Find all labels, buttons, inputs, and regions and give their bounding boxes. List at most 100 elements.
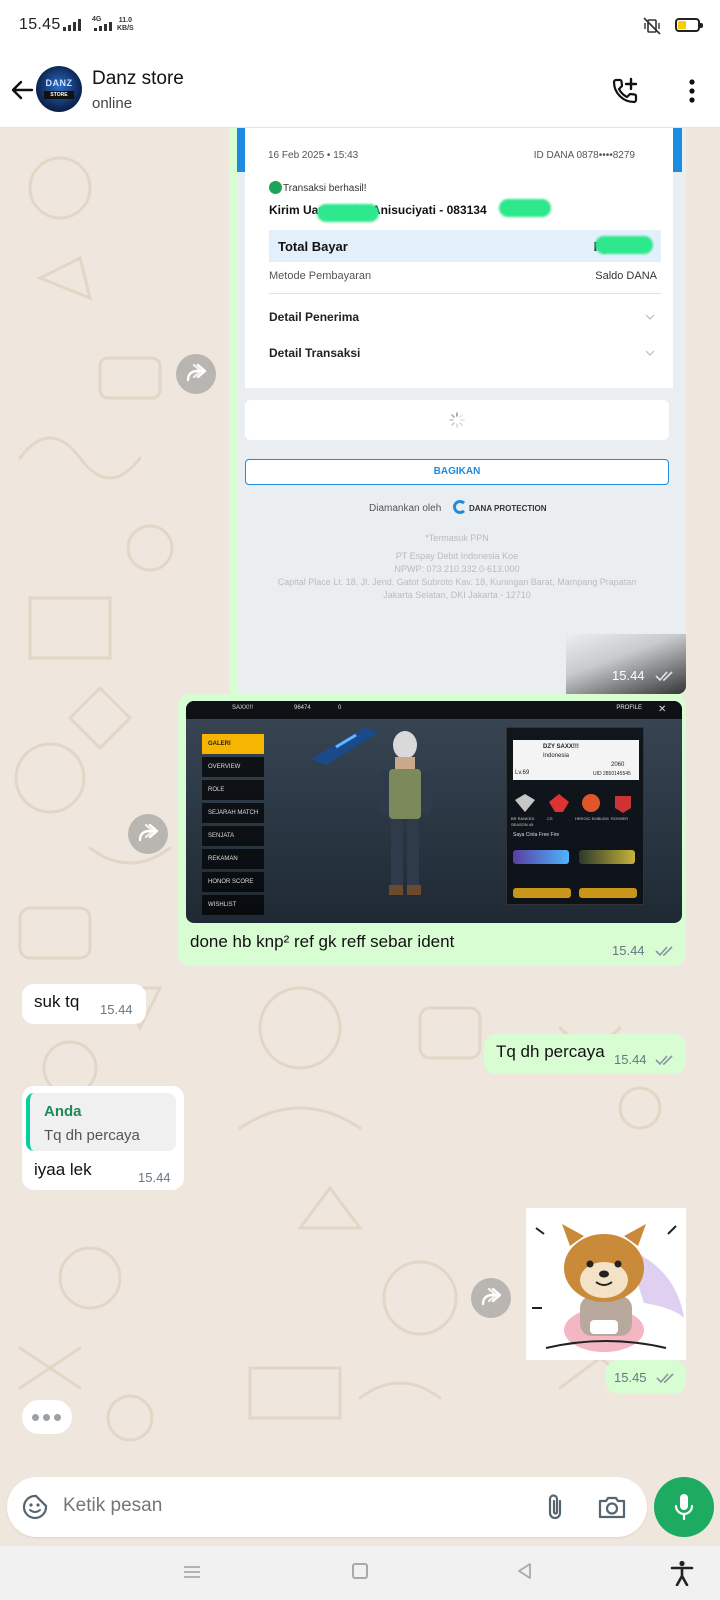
game-menu-item: REKAMAN [202, 849, 264, 869]
game-topbar: SAXX!!! 96474 0 [186, 701, 682, 719]
mic-icon [674, 1494, 694, 1521]
weapon-plate [513, 888, 571, 898]
weapon-skin [513, 850, 569, 864]
method-label: Metode Pembayaran [269, 270, 372, 282]
recents-icon[interactable] [182, 1564, 202, 1580]
badge-label: BR RANKED [511, 816, 535, 821]
contact-name[interactable]: Danz store [92, 68, 184, 90]
transaction-detail: Detail Transaksi [269, 346, 361, 360]
signal-icon-2 [94, 22, 112, 31]
total-label: Total Bayar [278, 239, 348, 254]
quoted-message[interactable]: Anda Tq dh percaya [26, 1093, 176, 1151]
badge-icon [582, 794, 600, 812]
camera-icon[interactable] [597, 1493, 627, 1521]
game-menu: GALERI OVERVIEW ROLE SEJARAH MATCH SENJA… [202, 734, 264, 918]
vibrate-mute-icon [643, 17, 661, 35]
receipt-image[interactable]: 16 Feb 2025 • 15:43 ID DANA 0878••••8279… [237, 128, 686, 694]
outgoing-message[interactable]: Tq dh percaya 15.44 [484, 1034, 686, 1074]
speed-value: 11.0 [118, 17, 132, 24]
sticker-doge[interactable] [526, 1208, 686, 1360]
share-button: BAGIKAN [245, 459, 669, 485]
game-profile-image[interactable]: SAXX!!! 96474 0 PROFILE ✕ GALERI OVERVIE… [186, 701, 682, 923]
more-vert-icon[interactable] [680, 78, 704, 104]
redaction-mark [595, 236, 653, 254]
game-menu-item: SEJARAH MATCH [202, 803, 264, 823]
game-profile-panel: DZY SAXX!!! Indonesia Lv.69 2060 UID 285… [506, 727, 644, 905]
badge-season: SEASON 45 [511, 822, 534, 827]
loading-box [245, 400, 669, 440]
weapon-skin [579, 850, 635, 864]
badge-label: HEROIC EMBLEM [575, 816, 609, 821]
badge-label: CS [547, 816, 553, 821]
card-likes: 2060 [611, 762, 625, 768]
divider [269, 293, 661, 294]
card-region: Indonesia [543, 753, 570, 759]
card-name: DZY SAXX!!! [543, 744, 579, 750]
footer-ppn: *Termasuk PPN [425, 533, 489, 543]
message-time: 15.45 [614, 1370, 647, 1385]
receipt-date: 16 Feb 2025 • 15:43 [268, 150, 359, 161]
success-check-icon [269, 181, 282, 194]
badge-label: ROSHER [611, 816, 629, 821]
game-profile-card: DZY SAXX!!! Indonesia Lv.69 2060 UID 285… [513, 740, 639, 780]
signal-icon [63, 19, 81, 31]
double-tick-icon [656, 1373, 674, 1384]
message-input[interactable] [63, 1495, 503, 1517]
card-level: Lv.69 [515, 770, 530, 776]
footer-company: PT Espay Debit Indonesia Koe [395, 551, 519, 561]
sticker-icon[interactable] [21, 1493, 49, 1521]
image-shadow [566, 634, 686, 694]
typing-indicator [22, 1400, 72, 1434]
receipt-success: Transaksi berhasil! [283, 183, 367, 194]
mic-button[interactable] [654, 1477, 714, 1537]
message-time: 15.44 [614, 1052, 647, 1067]
message-time: 15.44 [100, 1002, 133, 1017]
sticker-time-pill: 15.45 [606, 1360, 686, 1394]
game-weapon [311, 727, 378, 765]
quote-text: Tq dh percaya [44, 1127, 140, 1144]
chat-header: DANZ STORE Danz store online [0, 54, 720, 128]
badge-icon [615, 796, 631, 813]
game-menu-item: WISHLIST [202, 895, 264, 915]
secured-by: Diamankan oleh [369, 503, 442, 514]
system-nav-bar [0, 1546, 720, 1600]
message-time: 15.44 [612, 668, 645, 683]
attach-icon[interactable] [543, 1492, 567, 1522]
game-menu-item: GALERI [202, 734, 264, 754]
game-player: SAXX!!! [232, 705, 254, 711]
speed-unit: KB/S [117, 25, 134, 32]
method-value: Saldo DANA [595, 270, 657, 282]
forward-icon[interactable] [471, 1278, 511, 1318]
badge-icon [549, 794, 569, 812]
chevron-down-icon [645, 350, 655, 356]
message-input-bar [7, 1477, 647, 1537]
forward-icon[interactable] [128, 814, 168, 854]
incoming-message[interactable]: suk tq 15.44 [22, 984, 146, 1024]
message-time: 15.44 [612, 943, 645, 958]
avatar-subtext: STORE [44, 91, 74, 99]
footer-npwp: NPWP: 073.210.332.0-613.000 [394, 564, 520, 574]
message-text: iyaa lek [34, 1160, 92, 1179]
receipt-card: 16 Feb 2025 • 15:43 ID DANA 0878••••8279… [245, 128, 673, 388]
game-profile-label: PROFILE [616, 705, 642, 711]
contact-avatar[interactable]: DANZ STORE [36, 66, 82, 112]
status-bar: 15.45 4G 11.0 KB/S [0, 0, 720, 54]
game-menu-item: HONOR SCORE [202, 872, 264, 892]
home-icon[interactable] [352, 1563, 368, 1579]
back-arrow-icon[interactable] [8, 76, 36, 104]
game-diamonds: 0 [338, 705, 342, 711]
call-add-icon[interactable] [610, 76, 640, 106]
chevron-down-icon [645, 314, 655, 320]
status-time: 15.45 [19, 16, 61, 33]
game-menu-item: SENJATA [202, 826, 264, 846]
avatar-text: DANZ [45, 78, 73, 88]
forward-icon[interactable] [176, 354, 216, 394]
nav-back-icon[interactable] [516, 1562, 534, 1580]
double-tick-icon [655, 671, 673, 682]
chat-area[interactable]: 16 Feb 2025 • 15:43 ID DANA 0878••••8279… [0, 128, 720, 1468]
network-speed: 11.0 KB/S [117, 17, 134, 33]
footer-address2: Jakarta Selatan, DKI Jakarta - 12710 [383, 590, 531, 600]
protection-label: DANA PROTECTION [469, 504, 547, 513]
accessibility-icon[interactable] [670, 1560, 694, 1586]
message-text: Tq dh percaya [496, 1042, 605, 1061]
